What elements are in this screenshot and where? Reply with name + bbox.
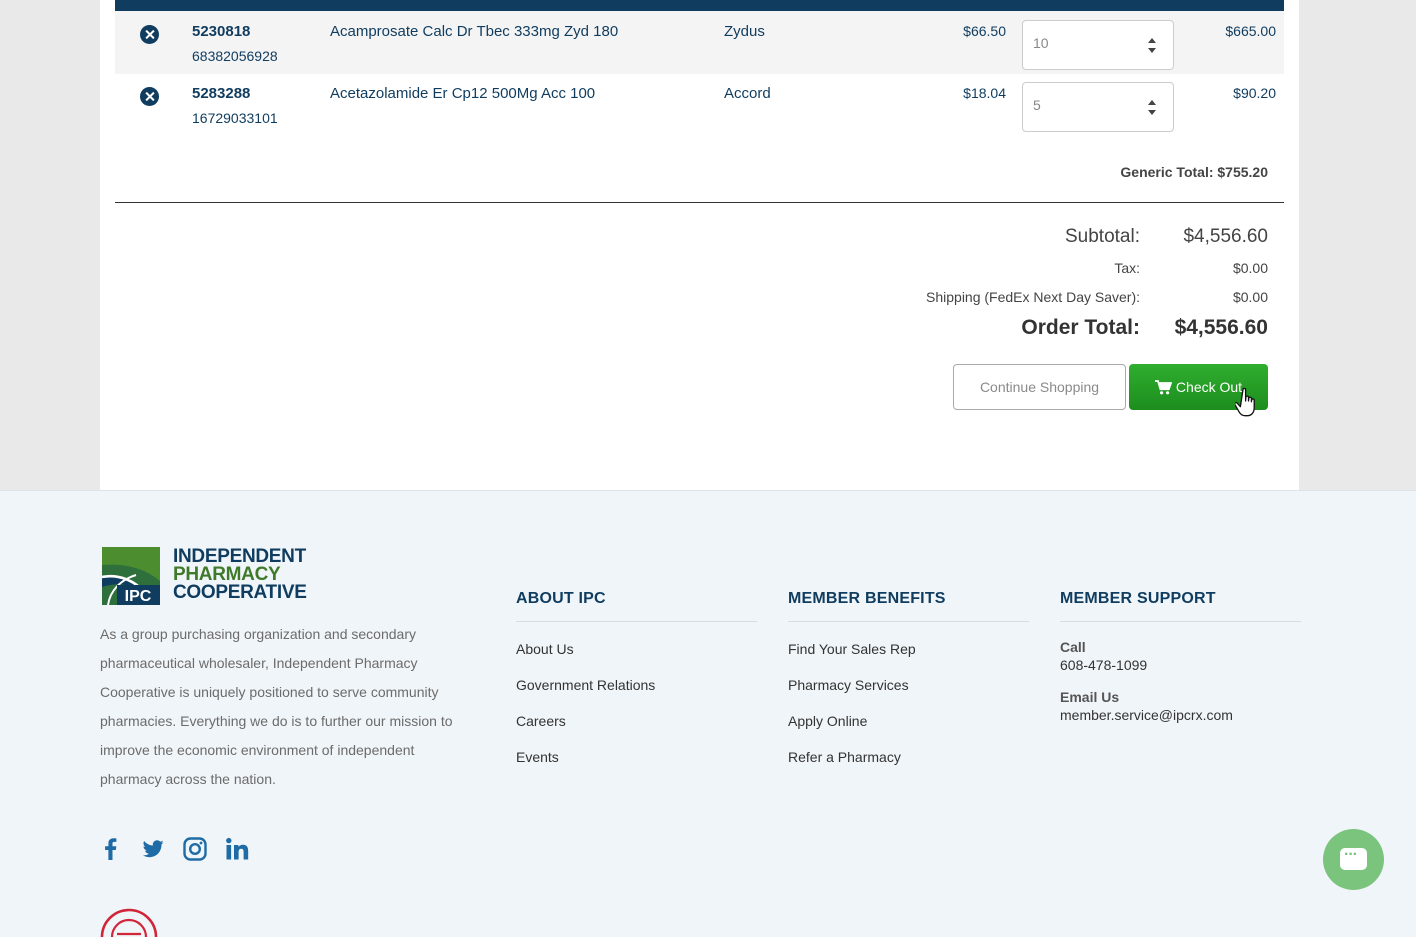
item-price: $18.04 xyxy=(963,85,1006,101)
partner-badge-icon xyxy=(100,908,158,937)
tax-value: $0.00 xyxy=(1232,260,1268,276)
quantity-input[interactable] xyxy=(1033,35,1133,51)
about-description: As a group purchasing organization and s… xyxy=(100,626,453,787)
item-number[interactable]: 5283288 xyxy=(192,85,250,102)
item-description[interactable]: Acamprosate Calc Dr Tbec 333mg Zyd 180 xyxy=(330,23,618,40)
order-total-value: $4,556.60 xyxy=(1174,316,1268,339)
shipping-label: Shipping (FedEx Next Day Saver): xyxy=(926,289,1140,305)
table-row: 5230818 68382056928 Acamprosate Calc Dr … xyxy=(115,11,1284,74)
item-ndc: 16729033101 xyxy=(192,110,278,126)
ipc-logo-mark-icon: IPC xyxy=(102,547,160,605)
email-link[interactable]: member.service@ipcrx.com xyxy=(1060,707,1301,723)
table-row: 5283288 16729033101 Acetazolamide Er Cp1… xyxy=(115,76,1284,139)
footer-link-refer-pharmacy[interactable]: Refer a Pharmacy xyxy=(788,747,1029,783)
checkout-button[interactable]: Check Out xyxy=(1129,364,1268,410)
remove-item-icon[interactable] xyxy=(140,25,159,44)
footer-heading-benefits: MEMBER BENEFITS xyxy=(788,590,1029,622)
item-price: $66.50 xyxy=(963,23,1006,39)
email-label: Email Us xyxy=(1060,689,1120,705)
item-manufacturer: Zydus xyxy=(724,23,765,40)
quantity-stepper[interactable] xyxy=(1022,82,1174,132)
footer-link-apply-online[interactable]: Apply Online xyxy=(788,711,1029,747)
footer-link-government-relations[interactable]: Government Relations xyxy=(516,675,757,711)
footer-link-careers[interactable]: Careers xyxy=(516,711,757,747)
item-line-total: $90.20 xyxy=(1233,85,1276,101)
footer-column-about: ABOUT IPC About Us Government Relations … xyxy=(516,590,757,783)
footer-column-benefits: MEMBER BENEFITS Find Your Sales Rep Phar… xyxy=(788,590,1029,783)
phone-link[interactable]: 608-478-1099 xyxy=(1060,657,1301,673)
divider xyxy=(115,202,1284,203)
item-manufacturer: Accord xyxy=(724,85,771,102)
logo-line-3: COOPERATIVE xyxy=(173,582,307,603)
order-total-label: Order Total: xyxy=(1021,316,1140,339)
checkout-label: Check Out xyxy=(1175,379,1243,395)
footer-column-support: MEMBER SUPPORT Call 608-478-1099 Email U… xyxy=(1060,590,1301,723)
linkedin-icon[interactable] xyxy=(223,835,251,863)
quantity-stepper[interactable] xyxy=(1022,20,1174,70)
ipc-logo[interactable]: IPC INDEPENDENT PHARMACY COOPERATIVE xyxy=(102,547,314,605)
continue-shopping-button[interactable]: Continue Shopping xyxy=(953,364,1126,410)
footer-link-pharmacy-services[interactable]: Pharmacy Services xyxy=(788,675,1029,711)
chat-button[interactable] xyxy=(1323,829,1384,890)
facebook-icon[interactable] xyxy=(97,835,125,863)
footer-link-about-us[interactable]: About Us xyxy=(516,639,757,675)
call-label: Call xyxy=(1060,639,1086,655)
tax-label: Tax: xyxy=(1114,260,1140,276)
item-ndc: 68382056928 xyxy=(192,48,278,64)
spinner-arrows-icon[interactable] xyxy=(1148,37,1156,55)
quantity-input[interactable] xyxy=(1033,97,1133,113)
item-description[interactable]: Acetazolamide Er Cp12 500Mg Acc 100 xyxy=(330,85,595,102)
item-number[interactable]: 5230818 xyxy=(192,23,250,40)
subtotal-value: $4,556.60 xyxy=(1183,226,1268,247)
footer-heading-about: ABOUT IPC xyxy=(516,590,757,622)
instagram-icon[interactable] xyxy=(181,835,209,863)
remove-item-icon[interactable] xyxy=(140,87,159,106)
item-line-total: $665.00 xyxy=(1225,23,1276,39)
twitter-icon[interactable] xyxy=(139,835,167,863)
svg-text:IPC: IPC xyxy=(125,588,152,605)
chat-bubble-icon xyxy=(1340,846,1367,870)
spinner-arrows-icon[interactable] xyxy=(1148,99,1156,117)
subtotal-label: Subtotal: xyxy=(1065,226,1140,247)
shipping-value: $0.00 xyxy=(1232,289,1268,305)
footer-link-events[interactable]: Events xyxy=(516,747,757,783)
generic-total: Generic Total: $755.20 xyxy=(1120,164,1268,180)
cart-table-header-bar xyxy=(115,0,1284,11)
cart-icon xyxy=(1154,379,1172,394)
footer-link-find-sales-rep[interactable]: Find Your Sales Rep xyxy=(788,639,1029,675)
footer-heading-support: MEMBER SUPPORT xyxy=(1060,590,1301,622)
